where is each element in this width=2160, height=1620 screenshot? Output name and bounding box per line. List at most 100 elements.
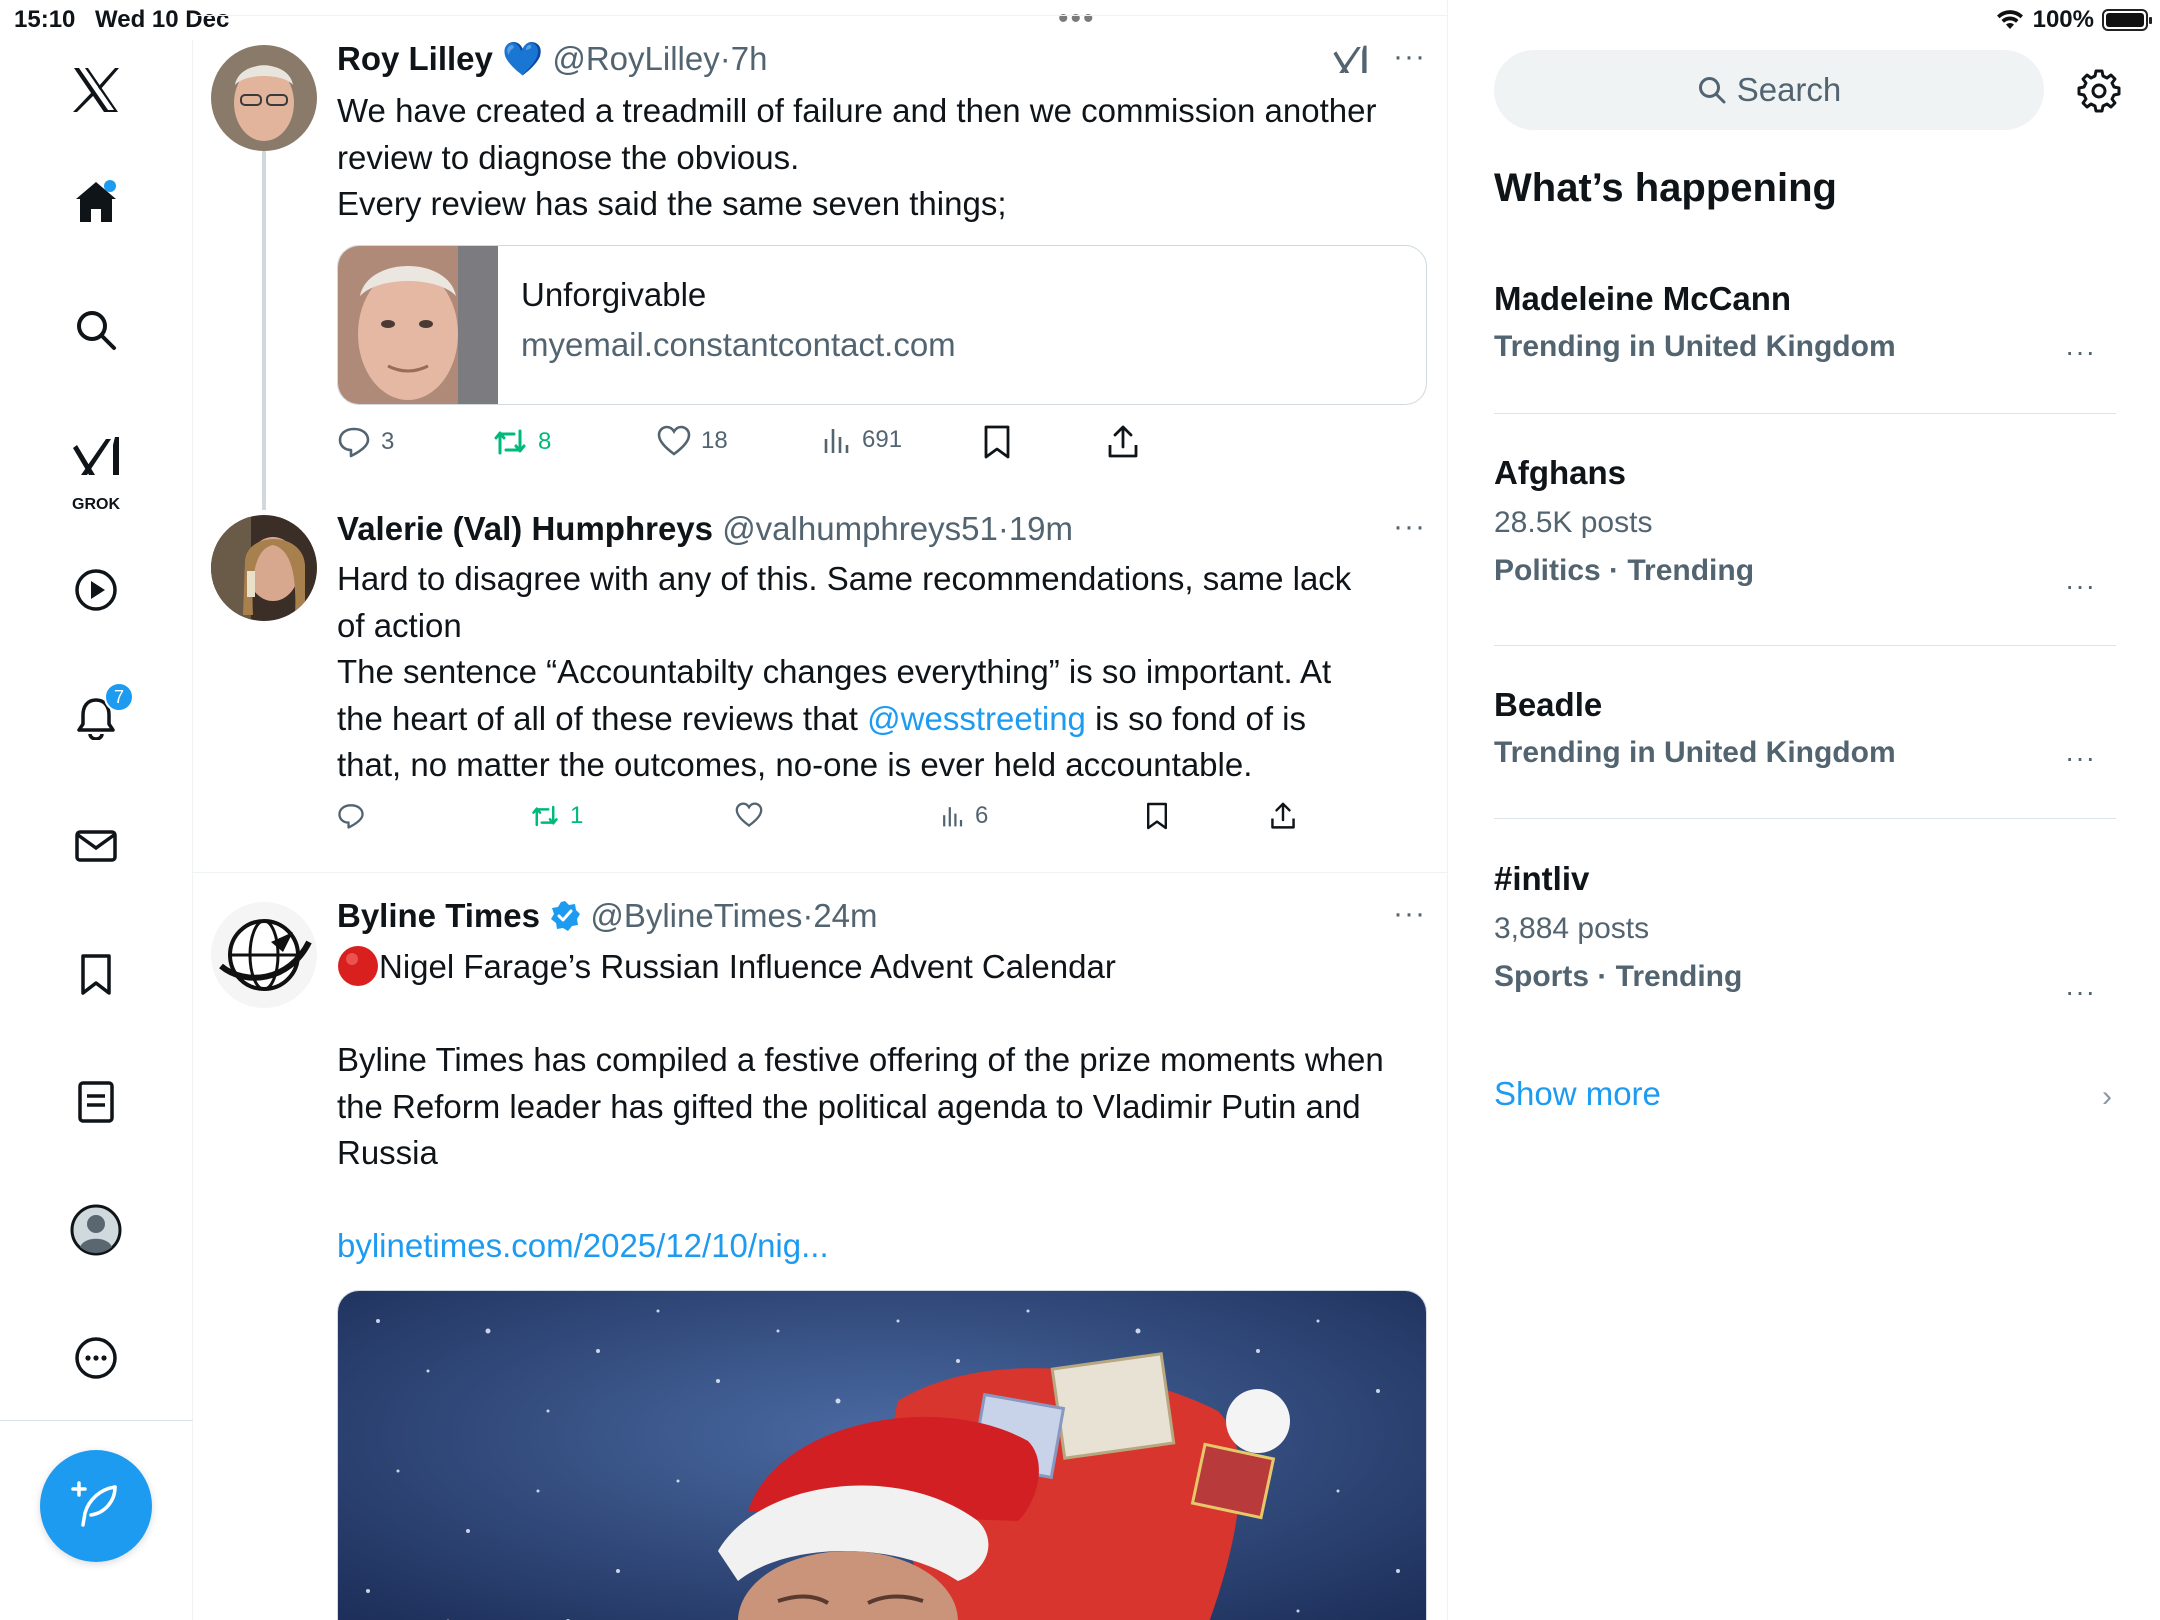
trend-divider <box>1494 818 2116 819</box>
gear-icon[interactable] <box>2076 68 2122 114</box>
tweet-media-image[interactable] <box>337 1290 1427 1620</box>
nav-lists[interactable] <box>56 1062 136 1142</box>
compose-button[interactable] <box>40 1450 152 1562</box>
bookmark-icon <box>81 954 111 995</box>
timeline-feed[interactable]: Roy Lilley 💙 @RoyLilley·7h ··· We have c… <box>193 0 1448 1620</box>
like-button[interactable]: 18 <box>657 425 728 457</box>
bookmark-button[interactable] <box>982 425 1012 459</box>
heart-icon <box>657 425 691 456</box>
avatar[interactable] <box>211 45 317 151</box>
tweet-text-fragment: is so fond of is <box>1085 699 1307 737</box>
tweet-text-fragment: the heart of all of these reviews that <box>337 699 868 737</box>
nav-bookmarks[interactable] <box>56 934 136 1014</box>
reply-count: 3 <box>381 428 395 455</box>
nav-video[interactable] <box>56 550 136 630</box>
repost-count: 8 <box>538 428 552 455</box>
tweet-time[interactable]: 19m <box>1009 510 1073 547</box>
views-button[interactable]: 691 <box>822 425 902 455</box>
trend-item[interactable]: #intliv 3,884 posts Sports · Trending ··… <box>1494 860 2114 1007</box>
repost-button[interactable]: 8 <box>492 425 551 459</box>
meta-dot: · <box>802 897 814 934</box>
nav-notifications[interactable]: 7 <box>56 678 136 758</box>
author-handle[interactable]: @valhumphreys51 <box>722 510 998 547</box>
trend-more-button[interactable]: ··· <box>2065 336 2096 368</box>
bookmark-icon <box>984 425 1010 459</box>
tweet-line: The sentence “Accountabilty changes ever… <box>337 653 1332 690</box>
grok-icon <box>73 437 119 475</box>
share-button[interactable] <box>1107 425 1139 459</box>
nav-divider <box>0 1420 193 1421</box>
views-chart-icon <box>943 807 963 827</box>
tweet-text: We have created a treadmill of failure a… <box>337 88 1427 228</box>
trend-posts: 28.5K posts <box>1494 506 1653 539</box>
repost-button[interactable]: 1 <box>530 802 583 830</box>
share-button[interactable] <box>1270 802 1296 830</box>
profile-avatar-icon <box>70 1204 122 1256</box>
trend-context: Trending in United Kingdom <box>1494 330 1896 363</box>
views-chart-icon <box>824 429 849 453</box>
more-circle-icon <box>75 1337 117 1379</box>
trend-divider <box>1494 413 2116 414</box>
search-input[interactable]: Search <box>1494 50 2044 130</box>
author-handle[interactable]: @BylineTimes <box>590 897 802 934</box>
tweet-time[interactable]: 24m <box>813 897 877 934</box>
grok-explain-icon[interactable] <box>1332 42 1368 78</box>
link-card-domain: myemail.constantcontact.com <box>521 326 956 363</box>
share-icon <box>1271 802 1295 829</box>
status-time: 15:10 <box>14 6 76 33</box>
tweet-more-button[interactable]: ··· <box>1393 897 1426 931</box>
search-placeholder: Search <box>1736 71 1842 108</box>
trend-name: Beadle <box>1494 686 1603 723</box>
views-count: 691 <box>862 426 903 453</box>
tweet-divider <box>193 872 1447 873</box>
trend-item[interactable]: Beadle Trending in United Kingdom ··· <box>1494 686 2114 773</box>
tweet-header: Byline Times @BylineTimes·24m <box>337 897 878 935</box>
reply-button[interactable] <box>337 802 375 830</box>
tweet-more-button[interactable]: ··· <box>1393 40 1426 74</box>
x-logo-icon[interactable] <box>56 50 136 130</box>
article-link[interactable]: bylinetimes.com/2025/12/10/nig... <box>337 1223 1427 1270</box>
mention-link[interactable]: @wesstreeting <box>867 700 1086 737</box>
meta-dot: · <box>997 510 1009 547</box>
trend-item[interactable]: Madeleine McCann Trending in United King… <box>1494 280 2114 367</box>
reply-button[interactable]: 3 <box>337 425 394 459</box>
nav-messages[interactable] <box>56 806 136 886</box>
show-more-link[interactable]: Show more <box>1494 1075 1661 1113</box>
nav-explore[interactable] <box>56 290 136 370</box>
trend-context: Politics · Trending <box>1494 554 1755 587</box>
trend-name: Afghans <box>1494 454 1626 491</box>
tweet-line: of action <box>337 606 462 644</box>
nav-more[interactable] <box>56 1318 136 1398</box>
list-icon <box>78 1081 114 1123</box>
avatar[interactable] <box>211 902 317 1008</box>
chevron-right-icon: › <box>2102 1080 2112 1113</box>
tweet-header: Valerie (Val) Humphreys @valhumphreys51·… <box>337 510 1073 548</box>
repost-icon <box>494 429 526 455</box>
views-button[interactable]: 6 <box>941 802 988 830</box>
tweet-time[interactable]: 7h <box>731 40 768 77</box>
author-name[interactable]: Valerie (Val) Humphreys <box>337 510 713 547</box>
author-handle[interactable]: @RoyLilley <box>552 40 719 77</box>
thread-line <box>262 150 266 510</box>
reply-icon <box>338 427 370 458</box>
tweet-more-button[interactable]: ··· <box>1393 510 1426 544</box>
tweet-header: Roy Lilley 💙 @RoyLilley·7h <box>337 40 767 79</box>
bookmark-button[interactable] <box>1145 802 1169 830</box>
author-name[interactable]: Byline Times <box>337 897 540 934</box>
author-name[interactable]: Roy Lilley <box>337 40 493 77</box>
trend-more-button[interactable]: ··· <box>2065 742 2096 774</box>
link-card-image <box>338 246 498 404</box>
link-card[interactable]: Unforgivable myemail.constantcontact.com <box>337 245 1427 405</box>
like-button[interactable] <box>735 802 773 828</box>
trend-more-button[interactable]: ··· <box>2065 570 2096 602</box>
nav-grok[interactable]: GROK <box>56 418 136 518</box>
bookmark-icon <box>1147 802 1167 830</box>
tweet-line: that, no matter the outcomes, no-one is … <box>337 746 1253 783</box>
trend-item[interactable]: Afghans 28.5K posts Politics · Trending … <box>1494 454 2114 601</box>
trend-more-button[interactable]: ··· <box>2065 976 2096 1008</box>
avatar[interactable] <box>211 515 317 621</box>
nav-profile[interactable] <box>56 1190 136 1270</box>
right-sidebar: Search What’s happening Madeleine McCann… <box>1448 0 2160 1620</box>
nav-home[interactable] <box>56 162 136 242</box>
